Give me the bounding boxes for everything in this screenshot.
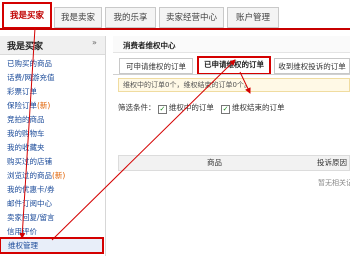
new-badge: (新) <box>52 171 66 180</box>
sidebar-item-insurance[interactable]: 保险订单(新) <box>7 99 50 112</box>
nav-underline <box>0 28 350 30</box>
page-title: 消费者维权中心 <box>123 41 176 50</box>
checkbox-in-progress[interactable]: ✓ <box>157 105 167 114</box>
sidebar-item-browsed[interactable]: 浏览过的商品(新) <box>7 169 65 182</box>
table-header: 商品 投诉原因 <box>118 155 350 171</box>
sidebar-title: 我是买家 <box>7 42 44 52</box>
sidebar-item-label: 邮件订阅中心 <box>7 199 52 208</box>
subtab-applied-orders[interactable]: 已申请维权的订单 <box>197 56 271 75</box>
tab-buyer[interactable]: 我是买家 <box>2 2 52 29</box>
sidebar-item-label: 维权管理 <box>8 241 38 250</box>
order-summary: 维权中的订单0个，维权结束的订单0个。 <box>118 78 350 92</box>
sidebar-item-label: 话费/网游充值 <box>7 73 55 82</box>
subtab-eligible-orders[interactable]: 可申请维权的订单 <box>119 58 193 74</box>
sidebar-item-recharge[interactable]: 话费/网游充值 <box>7 71 55 84</box>
sidebar-item-coupons[interactable]: 我的优惠卡/券 <box>7 183 55 196</box>
top-nav: 我是买家 我是卖家 我的乐享 卖家经营中心 账户管理 <box>0 0 350 36</box>
subtab-complaint-orders[interactable]: 收到维权投诉的订单 <box>274 58 350 74</box>
checkbox-finished[interactable]: ✓ <box>221 105 231 114</box>
subtab-divider <box>113 74 350 75</box>
filter-option-in-progress: 维权中的订单 <box>168 103 214 112</box>
tab-seller-center[interactable]: 卖家经营中心 <box>159 7 224 28</box>
sidebar-item-label: 已购买的商品 <box>7 59 52 68</box>
sidebar-item-lottery[interactable]: 彩票订单 <box>7 85 37 98</box>
sidebar-item-label: 我的购物车 <box>7 129 45 138</box>
collapse-chevron-icon[interactable]: » <box>92 38 97 47</box>
sidebar-item-label: 购买过的店铺 <box>7 157 52 166</box>
tab-account[interactable]: 账户管理 <box>227 7 279 28</box>
empty-message: 暂无相关记录 <box>318 179 350 187</box>
sidebar-item-seller-replies[interactable]: 卖家回复/留言 <box>7 211 55 224</box>
sidebar-item-rights-management[interactable]: 维权管理 <box>0 237 104 254</box>
sidebar: 我是买家 » 已购买的商品 话费/网游充值 彩票订单 保险订单(新) 竞拍的商品… <box>0 36 106 256</box>
sidebar-item-favorites[interactable]: 我的收藏夹 <box>7 141 45 154</box>
panel-header: 消费者维权中心 <box>113 36 350 53</box>
sidebar-item-label: 我的优惠卡/券 <box>7 185 55 194</box>
sidebar-item-shops[interactable]: 购买过的店铺 <box>7 155 52 168</box>
sidebar-item-label: 竞拍的商品 <box>7 115 45 124</box>
sidebar-item-label: 浏览过的商品 <box>7 171 52 180</box>
column-header-product: 商品 <box>207 158 222 167</box>
sidebar-item-auction[interactable]: 竞拍的商品 <box>7 113 45 126</box>
sidebar-item-label: 信用评价 <box>7 227 37 236</box>
filter-row: 筛选条件： ✓ 维权中的订单 ✓ 维权结束的订单 <box>118 101 285 115</box>
sidebar-item-label: 我的收藏夹 <box>7 143 45 152</box>
sidebar-item-credit-rating[interactable]: 信用评价 <box>7 225 37 238</box>
sidebar-item-label: 彩票订单 <box>7 87 37 96</box>
tab-my-lexiang[interactable]: 我的乐享 <box>105 7 156 28</box>
filter-option-finished: 维权结束的订单 <box>232 103 285 112</box>
sidebar-item-purchased[interactable]: 已购买的商品 <box>7 57 52 70</box>
new-badge: (新) <box>37 101 51 110</box>
sidebar-header[interactable]: 我是买家 » <box>0 36 105 55</box>
sidebar-item-label: 保险订单 <box>7 101 37 110</box>
tab-seller[interactable]: 我是卖家 <box>54 7 102 28</box>
sidebar-item-cart[interactable]: 我的购物车 <box>7 127 45 140</box>
filter-label: 筛选条件： <box>118 103 156 112</box>
sidebar-item-label: 卖家回复/留言 <box>7 213 55 222</box>
main-panel: 消费者维权中心 可申请维权的订单 已申请维权的订单 收到维权投诉的订单 维权中的… <box>113 36 350 256</box>
column-header-reason: 投诉原因 <box>317 158 347 167</box>
sidebar-item-mail-subscription[interactable]: 邮件订阅中心 <box>7 197 52 210</box>
